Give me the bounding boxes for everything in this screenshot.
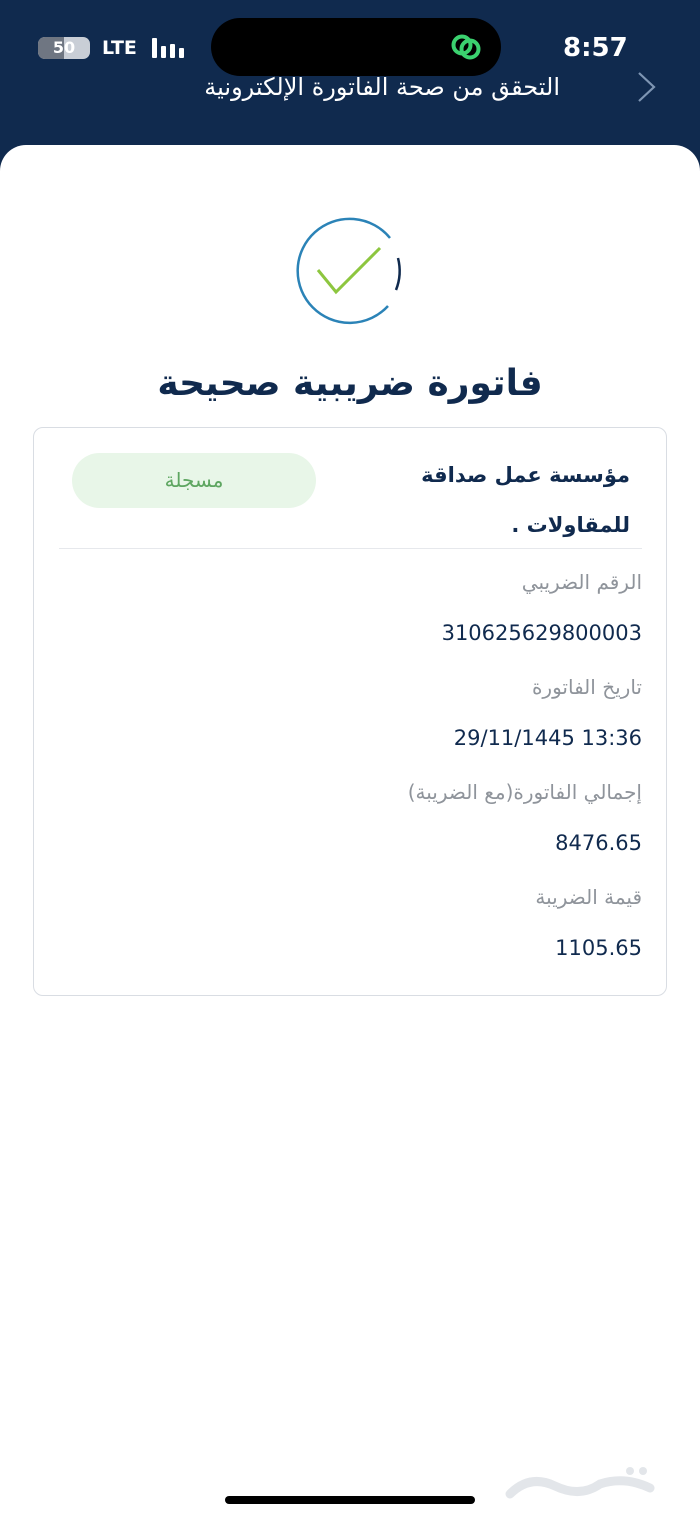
chevron-right-icon[interactable] — [634, 68, 660, 106]
haraj-logo — [505, 1467, 655, 1499]
battery-percent: 50 — [52, 38, 76, 57]
tax-number-label: الرقم الضريبي — [521, 570, 642, 594]
company-name-line-1: مؤسسة عمل صداقة — [421, 463, 630, 487]
page-title: التحقق من صحة الفاتورة الإلكترونية — [204, 73, 560, 101]
battery-indicator: 50 — [38, 37, 90, 59]
invoice-total-label: إجمالي الفاتورة(مع الضريبة) — [407, 780, 642, 804]
link-icon — [451, 34, 481, 60]
check-circle-icon — [296, 217, 401, 325]
result-title: فاتورة ضريبية صحيحة — [157, 363, 543, 404]
divider — [59, 548, 642, 549]
company-name: مؤسسة عمل صداقة للمقاولات . — [394, 450, 630, 550]
home-indicator[interactable] — [225, 1496, 475, 1504]
invoice-total-value: 8476.65 — [555, 831, 642, 855]
tax-amount-label: قيمة الضريبة — [535, 885, 642, 909]
status-badge: مسجلة — [72, 453, 316, 508]
invoice-date-value: 29/11/1445 13:36 — [453, 726, 642, 750]
company-name-line-2: للمقاولات . — [511, 513, 630, 537]
network-type: LTE — [102, 37, 137, 59]
status-time: 8:57 — [563, 33, 628, 63]
invoice-date-label: تاريخ الفاتورة — [531, 675, 642, 699]
tax-amount-value: 1105.65 — [555, 936, 642, 960]
signal-icon — [152, 38, 188, 58]
tax-number-value: 310625629800003 — [441, 621, 642, 645]
invoice-card: مؤسسة عمل صداقة للمقاولات . مسجلة الرقم … — [33, 427, 667, 996]
